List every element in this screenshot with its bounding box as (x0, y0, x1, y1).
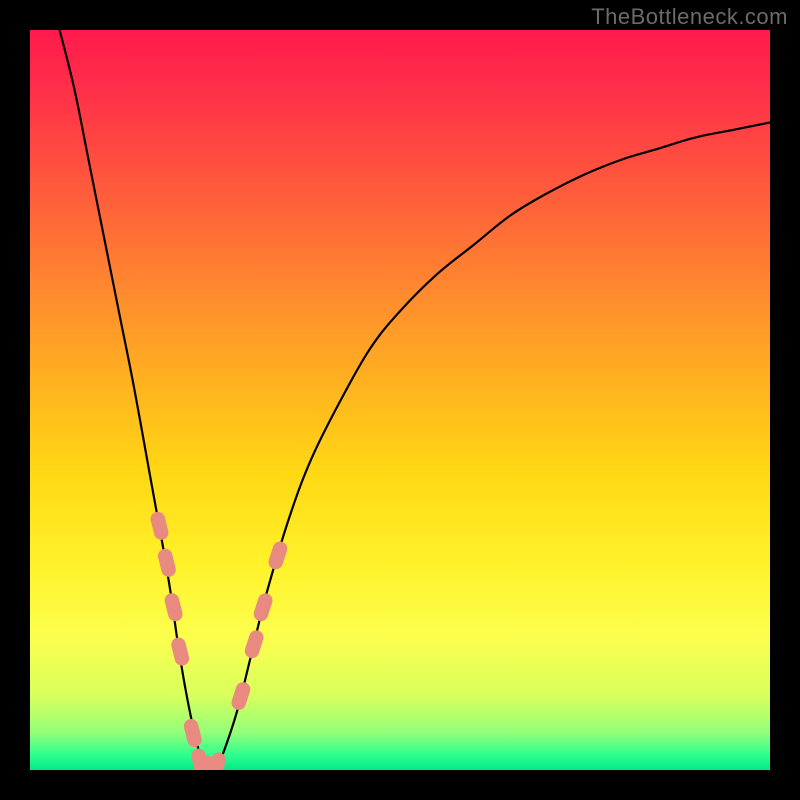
curve-marker (230, 681, 252, 712)
curve-marker (157, 548, 177, 579)
curve-marker (170, 636, 190, 667)
marker-group (149, 511, 289, 770)
watermark-text: TheBottleneck.com (591, 4, 788, 30)
curve-marker (267, 540, 289, 571)
curve-marker (252, 592, 274, 623)
bottleneck-curve (60, 30, 770, 770)
curve-marker (183, 718, 203, 749)
curve-marker (149, 511, 169, 542)
curve-marker (243, 629, 265, 660)
chart-frame: TheBottleneck.com (0, 0, 800, 800)
curve-marker (163, 592, 183, 623)
plot-area (30, 30, 770, 770)
curve-layer (30, 30, 770, 770)
